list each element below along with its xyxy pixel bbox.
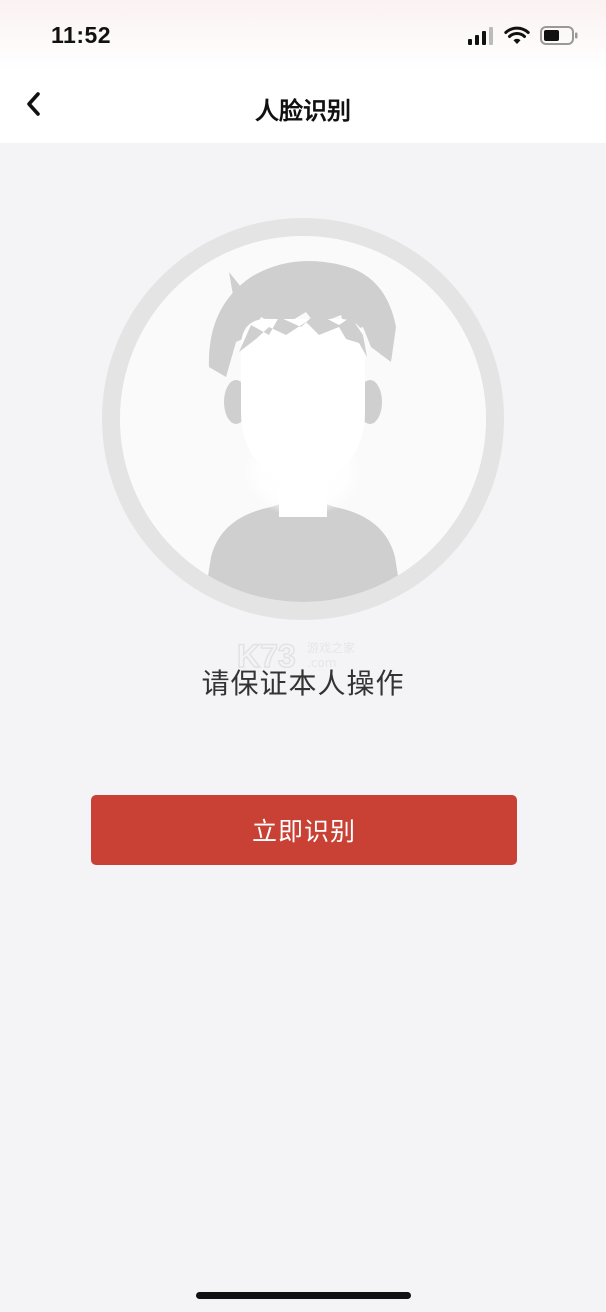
battery-icon [540, 26, 578, 49]
wifi-icon [504, 26, 530, 49]
page-title: 人脸识别 [255, 97, 351, 125]
main-content: K73 游戏之家 .com 请保证本人操作 立即识别 [0, 143, 606, 1312]
face-placeholder-avatar [101, 217, 505, 621]
verification-prompt: 请保证本人操作 [201, 667, 405, 700]
home-indicator [196, 1292, 411, 1299]
status-bar: 11:52 [0, 0, 606, 72]
cellular-signal-icon [468, 26, 494, 49]
status-icons [468, 26, 578, 49]
status-time: 11:52 [51, 22, 112, 48]
nav-bar: 人脸识别 [0, 72, 606, 143]
watermark-subtitle: 游戏之家 [307, 640, 355, 655]
start-recognition-button[interactable]: 立即识别 [91, 795, 517, 865]
